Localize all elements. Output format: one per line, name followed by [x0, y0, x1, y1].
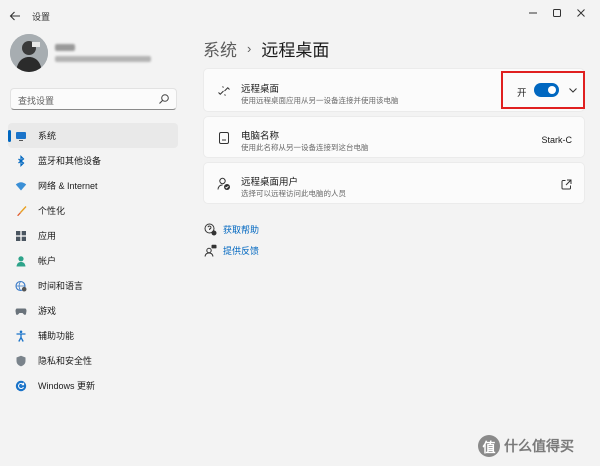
toggle-knob — [548, 86, 556, 94]
get-help-label: 获取帮助 — [223, 224, 260, 235]
give-feedback-link[interactable]: 提供反馈 — [203, 243, 259, 257]
person-icon — [15, 255, 27, 267]
chevron-down-icon[interactable] — [567, 84, 579, 96]
back-arrow-icon[interactable] — [6, 7, 24, 25]
pc-name-title: 电脑名称 — [241, 131, 280, 142]
sidebar-item-label: 个性化 — [38, 206, 66, 216]
sidebar-item-network[interactable]: 网络 & Internet — [8, 173, 178, 198]
device-name-value: Stark-C — [541, 135, 572, 145]
minimize-icon[interactable] — [522, 3, 544, 23]
apps-icon — [15, 230, 27, 242]
sidebar-item-gaming[interactable]: 游戏 — [8, 298, 178, 323]
sidebar-item-apps[interactable]: 应用 — [8, 223, 178, 248]
remote-desktop-icon — [216, 83, 232, 99]
sidebar-item-label: 蓝牙和其他设备 — [38, 156, 102, 166]
users-subtitle: 选择可以远程访问此电脑的人员 — [241, 189, 346, 198]
monitor-icon — [15, 130, 27, 142]
sidebar-nav: 系统 蓝牙和其他设备 网络 & Internet 个性化 应用 帐户 时间和语言… — [8, 123, 178, 398]
sidebar-item-label: 帐户 — [38, 256, 57, 266]
sidebar-item-label: Windows 更新 — [38, 381, 96, 391]
search-input[interactable]: 查找设置 — [10, 88, 177, 110]
shield-icon — [15, 355, 27, 367]
app-title: 设置 — [32, 12, 51, 22]
active-indicator — [8, 130, 11, 142]
help-icon — [203, 222, 217, 236]
sidebar-item-windows-update[interactable]: Windows 更新 — [8, 373, 178, 398]
users-check-icon — [216, 176, 232, 192]
remote-desktop-subtitle: 使用远程桌面应用从另一设备连接并使用该电脑 — [241, 96, 399, 105]
remote-desktop-card[interactable]: 远程桌面 使用远程桌面应用从另一设备连接并使用该电脑 开 — [203, 68, 585, 112]
breadcrumb: 系统 › 远程桌面 — [203, 36, 329, 61]
sidebar-item-time-language[interactable]: 时间和语言 — [8, 273, 178, 298]
sidebar-item-privacy[interactable]: 隐私和安全性 — [8, 348, 178, 373]
update-icon — [15, 380, 27, 392]
sidebar-item-personalization[interactable]: 个性化 — [8, 198, 178, 223]
toggle-state-label: 开 — [517, 88, 527, 99]
search-placeholder: 查找设置 — [18, 96, 55, 106]
get-help-link[interactable]: 获取帮助 — [203, 222, 259, 236]
sidebar-item-label: 系统 — [38, 131, 57, 141]
sidebar-item-label: 隐私和安全性 — [38, 356, 93, 366]
accessibility-icon — [15, 330, 27, 342]
sidebar-item-label: 网络 & Internet — [38, 181, 98, 191]
watermark-text: 什么值得买 — [504, 438, 574, 454]
watermark-logo: 值 什么值得买 — [478, 435, 574, 457]
remote-desktop-title: 远程桌面 — [241, 84, 280, 95]
pc-name-icon — [216, 130, 232, 146]
sidebar-item-accounts[interactable]: 帐户 — [8, 248, 178, 273]
give-feedback-label: 提供反馈 — [223, 245, 260, 256]
pc-name-subtitle: 使用此名称从另一设备连接到这台电脑 — [241, 143, 369, 152]
users-title: 远程桌面用户 — [241, 177, 299, 188]
highlight-box: 开 — [501, 71, 585, 109]
sidebar-item-bluetooth[interactable]: 蓝牙和其他设备 — [8, 148, 178, 173]
gamepad-icon — [15, 305, 27, 317]
search-icon[interactable] — [158, 93, 170, 105]
page-title: 远程桌面 — [261, 41, 330, 60]
sidebar-item-label: 辅助功能 — [38, 331, 75, 341]
sidebar-item-label: 时间和语言 — [38, 281, 84, 291]
sidebar-item-label: 应用 — [38, 231, 57, 241]
brush-icon — [15, 205, 27, 217]
profile-name-blurred — [55, 44, 75, 51]
sidebar-item-label: 游戏 — [38, 306, 57, 316]
breadcrumb-parent[interactable]: 系统 — [203, 36, 237, 61]
remote-desktop-users-card[interactable]: 远程桌面用户 选择可以远程访问此电脑的人员 — [203, 162, 585, 204]
maximize-icon[interactable] — [546, 3, 568, 23]
close-icon[interactable] — [570, 3, 592, 23]
watermark-badge: 值 — [478, 435, 500, 457]
sidebar-item-accessibility[interactable]: 辅助功能 — [8, 323, 178, 348]
feedback-icon — [203, 243, 217, 257]
sidebar-item-system[interactable]: 系统 — [8, 123, 178, 148]
avatar[interactable] — [10, 34, 48, 72]
external-link-icon[interactable] — [561, 179, 572, 190]
remote-desktop-toggle[interactable] — [534, 83, 559, 97]
profile-email-blurred — [55, 56, 151, 62]
bluetooth-icon — [15, 154, 27, 167]
breadcrumb-separator: › — [247, 41, 252, 56]
pc-name-card: 电脑名称 使用此名称从另一设备连接到这台电脑 Stark-C — [203, 116, 585, 158]
globe-clock-icon — [15, 280, 27, 292]
title-bar: 设置 — [0, 0, 600, 30]
wifi-icon — [15, 180, 27, 192]
